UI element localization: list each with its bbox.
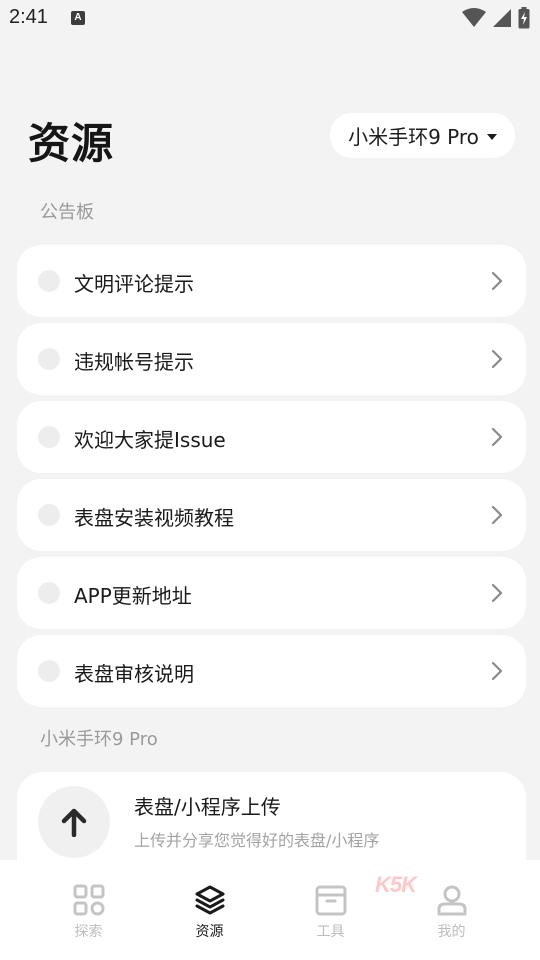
- status-bar: 2:41 A: [0, 0, 540, 36]
- archive-box-icon: [315, 885, 346, 916]
- watermark-logo: K5K: [375, 872, 417, 897]
- notice-item-app-update[interactable]: APP更新地址: [17, 557, 526, 629]
- unread-dot-icon: [38, 270, 60, 292]
- nav-item-tools[interactable]: 工具: [270, 860, 391, 960]
- notice-board-label: 公告板: [40, 202, 94, 223]
- page-title: 资源: [28, 119, 115, 168]
- notice-item-install-tutorial[interactable]: 表盘安装视频教程: [17, 479, 526, 551]
- status-time: 2:41: [9, 6, 48, 28]
- wifi-icon: [462, 8, 486, 27]
- unread-dot-icon: [38, 426, 60, 448]
- user-icon: [437, 885, 466, 916]
- notice-item-civil-comment[interactable]: 文明评论提示: [17, 245, 526, 317]
- upload-title: 表盘/小程序上传: [134, 795, 281, 819]
- unread-dot-icon: [38, 582, 60, 604]
- notice-item-label: APP更新地址: [74, 584, 192, 608]
- unread-dot-icon: [38, 660, 60, 682]
- layers-icon: [195, 885, 224, 915]
- notice-list: 文明评论提示 违规帐号提示 欢迎大家提Issue 表盘安装视频教程 APP更新地…: [17, 245, 526, 707]
- chevron-right-icon: [491, 271, 503, 291]
- notice-item-label: 表盘安装视频教程: [74, 506, 234, 530]
- nav-item-resources[interactable]: 资源: [149, 860, 270, 960]
- notice-item-label: 违规帐号提示: [74, 350, 194, 374]
- bottom-nav: 探索 资源 工具 我的: [0, 860, 540, 960]
- notice-item-label: 文明评论提示: [74, 272, 194, 296]
- battery-charging-icon: [518, 7, 530, 29]
- notice-item-issue[interactable]: 欢迎大家提Issue: [17, 401, 526, 473]
- nav-item-explore[interactable]: 探索: [28, 860, 149, 960]
- device-selector-dropdown[interactable]: 小米手环9 Pro: [330, 113, 515, 158]
- chevron-right-icon: [491, 427, 503, 447]
- arrow-up-icon: [61, 808, 87, 837]
- notice-item-label: 表盘审核说明: [74, 662, 194, 686]
- nav-label: 我的: [437, 924, 466, 940]
- chevron-right-icon: [491, 583, 503, 603]
- grid-icon: [73, 884, 104, 916]
- nav-label: 探索: [74, 924, 103, 940]
- chevron-right-icon: [491, 349, 503, 369]
- notification-a-icon: A: [71, 11, 85, 25]
- notice-item-review-guide[interactable]: 表盘审核说明: [17, 635, 526, 707]
- chevron-right-icon: [491, 661, 503, 681]
- chevron-right-icon: [491, 505, 503, 525]
- upload-icon-circle: [38, 786, 110, 858]
- nav-label: 资源: [195, 924, 224, 940]
- device-section-label: 小米手环9 Pro: [40, 729, 158, 750]
- nav-label: 工具: [316, 924, 345, 940]
- cellular-signal-icon: [493, 9, 511, 27]
- unread-dot-icon: [38, 504, 60, 526]
- status-icons: [462, 7, 530, 29]
- unread-dot-icon: [38, 348, 60, 370]
- notice-item-violation-account[interactable]: 违规帐号提示: [17, 323, 526, 395]
- device-selector-label: 小米手环9 Pro: [348, 125, 479, 149]
- caret-down-icon: [486, 133, 497, 140]
- upload-subtitle: 上传并分享您觉得好的表盘/小程序: [134, 831, 380, 850]
- notice-item-label: 欢迎大家提Issue: [74, 428, 226, 452]
